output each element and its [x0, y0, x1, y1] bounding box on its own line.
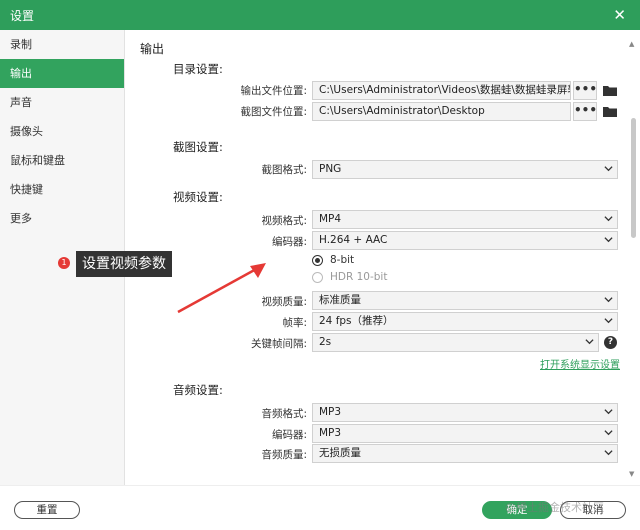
video-format-label: 视频格式:	[261, 215, 307, 227]
audio-quality-value: 无损质量	[319, 447, 361, 459]
video-encoder-label: 编码器:	[271, 236, 307, 248]
annotation-badge: 1	[58, 257, 70, 269]
window-title: 设置	[10, 8, 35, 23]
scrollbar[interactable]: ▲ ▼	[628, 40, 638, 480]
annotation-callout: 设置视频参数	[76, 251, 172, 277]
screenshot-format-select[interactable]: PNG	[312, 160, 618, 179]
fps-value: 24 fps（推荐）	[319, 315, 394, 327]
video-format-value: MP4	[319, 213, 342, 225]
audio-format-value: MP3	[319, 406, 342, 418]
sidebar-item-record[interactable]: 录制	[0, 30, 124, 59]
screenshot-format-value: PNG	[319, 163, 342, 175]
chevron-down-icon	[604, 409, 613, 415]
sidebar-item-camera[interactable]: 摄像头	[0, 117, 124, 146]
video-quality-select[interactable]: 标准质量	[312, 291, 618, 310]
sidebar-item-label: 鼠标和键盘	[10, 154, 65, 167]
keyframe-interval-label: 关键帧间隔:	[250, 338, 307, 350]
audio-format-select[interactable]: MP3	[312, 403, 618, 422]
chevron-down-icon	[604, 216, 613, 222]
output-browse-button[interactable]: •••	[573, 81, 597, 100]
output-folder-icon[interactable]	[603, 85, 617, 96]
hdr-10-bit-radio[interactable]: HDR 10-bit	[312, 271, 387, 283]
audio-settings-title: 音频设置:	[173, 383, 223, 397]
annotation-arrow-icon	[177, 263, 266, 314]
sidebar-item-mouse-keyboard[interactable]: 鼠标和键盘	[0, 146, 124, 175]
title-bar: 设置 ✕	[0, 0, 640, 30]
bit-8-label: 8-bit	[330, 254, 355, 266]
radio-unselected-icon	[312, 271, 323, 283]
sidebar-item-sound[interactable]: 声音	[0, 88, 124, 117]
video-quality-value: 标准质量	[319, 294, 361, 306]
audio-quality-label: 音频质量:	[261, 449, 307, 461]
chevron-down-icon	[604, 237, 613, 243]
chevron-down-icon	[604, 430, 613, 436]
audio-encoder-value: MP3	[319, 427, 342, 439]
chevron-down-icon	[585, 339, 594, 345]
video-format-select[interactable]: MP4	[312, 210, 618, 229]
chevron-down-icon	[604, 166, 613, 172]
radio-selected-icon	[312, 254, 323, 266]
sidebar-item-label: 更多	[10, 212, 32, 225]
reset-button[interactable]: 重置	[14, 501, 80, 519]
sidebar-item-label: 快捷键	[10, 183, 43, 196]
watermark: @稀土掘金技术社区	[505, 501, 604, 514]
sidebar-item-hotkeys[interactable]: 快捷键	[0, 175, 124, 204]
output-location-label: 输出文件位置:	[240, 85, 307, 97]
screenshot-location-label: 截图文件位置:	[240, 106, 307, 118]
directory-settings-title: 目录设置:	[173, 62, 223, 76]
fps-select[interactable]: 24 fps（推荐）	[312, 312, 618, 331]
help-icon[interactable]: ?	[604, 336, 617, 349]
chevron-down-icon	[604, 450, 613, 456]
screenshot-folder-icon[interactable]	[603, 106, 617, 117]
hdr-10-bit-label: HDR 10-bit	[330, 271, 388, 283]
scroll-thumb[interactable]	[631, 118, 636, 238]
close-icon[interactable]: ✕	[613, 6, 626, 24]
screenshot-settings-title: 截图设置:	[173, 140, 223, 154]
open-display-settings-link[interactable]: 打开系统显示设置	[540, 356, 620, 371]
video-encoder-value: H.264 + AAC	[319, 234, 388, 246]
sidebar-item-label: 录制	[10, 38, 32, 51]
chevron-down-icon	[604, 318, 613, 324]
scroll-down-icon[interactable]: ▼	[629, 470, 634, 478]
audio-quality-select[interactable]: 无损质量	[312, 444, 618, 463]
bit-8-radio[interactable]: 8-bit	[312, 254, 354, 266]
scroll-up-icon[interactable]: ▲	[629, 40, 634, 48]
video-encoder-select[interactable]: H.264 + AAC	[312, 231, 618, 250]
sidebar-item-label: 输出	[10, 67, 32, 80]
video-settings-title: 视频设置:	[173, 190, 223, 204]
chevron-down-icon	[604, 297, 613, 303]
sidebar-item-more[interactable]: 更多	[0, 204, 124, 233]
screenshot-format-label: 截图格式:	[261, 164, 307, 176]
screenshot-location-field[interactable]: C:\Users\Administrator\Desktop	[312, 102, 571, 121]
sidebar-item-label: 声音	[10, 96, 32, 109]
page-title: 输出	[140, 42, 165, 56]
keyframe-interval-value: 2s	[319, 336, 332, 348]
keyframe-interval-select[interactable]: 2s	[312, 333, 599, 352]
audio-encoder-label: 编码器:	[271, 429, 307, 441]
screenshot-browse-button[interactable]: •••	[573, 102, 597, 121]
sidebar-item-label: 摄像头	[10, 125, 43, 138]
sidebar-item-output[interactable]: 输出	[0, 59, 124, 88]
audio-encoder-select[interactable]: MP3	[312, 424, 618, 443]
output-location-field[interactable]: C:\Users\Administrator\Videos\数据蛙\数据蛙录屏软…	[312, 81, 571, 100]
fps-label: 帧率:	[282, 317, 307, 329]
audio-format-label: 音频格式:	[261, 408, 307, 420]
